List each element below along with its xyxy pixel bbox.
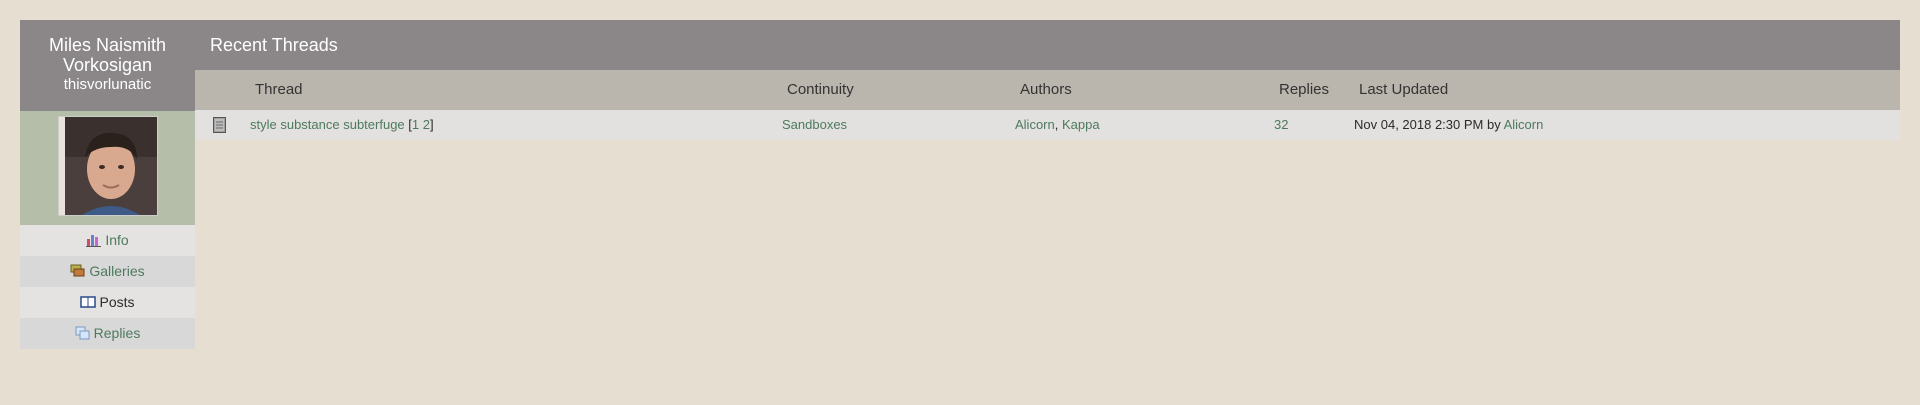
author-separator: , [1054, 117, 1059, 132]
nav-label-posts: Posts [99, 294, 135, 310]
avatar-container [20, 111, 195, 225]
user-header: Miles Naismith Vorkosigan thisvorlunatic [20, 20, 195, 111]
thread-cell: style substance subterfuge [1 2] [250, 110, 434, 140]
chart-icon [86, 227, 102, 258]
column-headers: Thread Continuity Authors Replies Last U… [195, 70, 1900, 110]
book-icon [80, 289, 97, 320]
display-name-line-1: Miles Naismith [48, 35, 167, 55]
nav-label-galleries: Galleries [89, 263, 145, 279]
nav-item-info[interactable]: Info [20, 225, 195, 256]
table-row: style substance subterfuge [1 2] Sandbox… [195, 110, 1900, 140]
continuity-cell: Sandboxes [782, 110, 847, 140]
avatar[interactable] [58, 116, 158, 216]
col-last-updated: Last Updated [1359, 81, 1449, 98]
thread-icon [213, 117, 226, 133]
col-thread: Thread [255, 81, 303, 98]
page-link-1[interactable]: 1 [412, 117, 419, 132]
nav-item-replies[interactable]: Replies [20, 318, 195, 349]
continuity-link[interactable]: Sandboxes [782, 117, 847, 132]
nav-label-info: Info [105, 232, 129, 248]
thread-link[interactable]: style substance subterfuge [250, 117, 405, 132]
user-sidebar: Miles Naismith Vorkosigan thisvorlunatic [20, 20, 195, 349]
replies-cell: 32 [1274, 110, 1288, 140]
authors-cell: Alicorn, Kappa [1015, 110, 1100, 140]
username: thisvorlunatic [63, 76, 152, 93]
nav-item-galleries[interactable]: Galleries [20, 256, 195, 287]
nav-label-replies: Replies [93, 325, 141, 341]
author-link[interactable]: Kappa [1062, 117, 1100, 132]
galleries-icon [70, 258, 86, 289]
col-continuity: Continuity [787, 81, 854, 98]
col-replies: Replies [1279, 81, 1330, 98]
display-name-line-2: Vorkosigan [62, 55, 153, 75]
col-authors: Authors [1020, 81, 1072, 98]
last-updated-text: Nov 04, 2018 2:30 PM by [1354, 117, 1501, 132]
user-nav: Info Galleries Posts Replies [20, 225, 195, 349]
panel-title: Recent Threads [195, 20, 1900, 70]
last-updated-user-link[interactable]: Alicorn [1504, 117, 1544, 132]
replies-icon [75, 320, 91, 351]
last-updated-cell: Nov 04, 2018 2:30 PM by Alicorn [1354, 110, 1543, 140]
page-link-2[interactable]: 2 [423, 117, 430, 132]
author-link[interactable]: Alicorn [1015, 117, 1055, 132]
replies-link[interactable]: 32 [1274, 117, 1288, 132]
page-bracket-close: ] [430, 117, 434, 132]
recent-threads-panel: Recent Threads Thread Continuity Authors… [195, 20, 1900, 140]
nav-item-posts[interactable]: Posts [20, 287, 195, 318]
